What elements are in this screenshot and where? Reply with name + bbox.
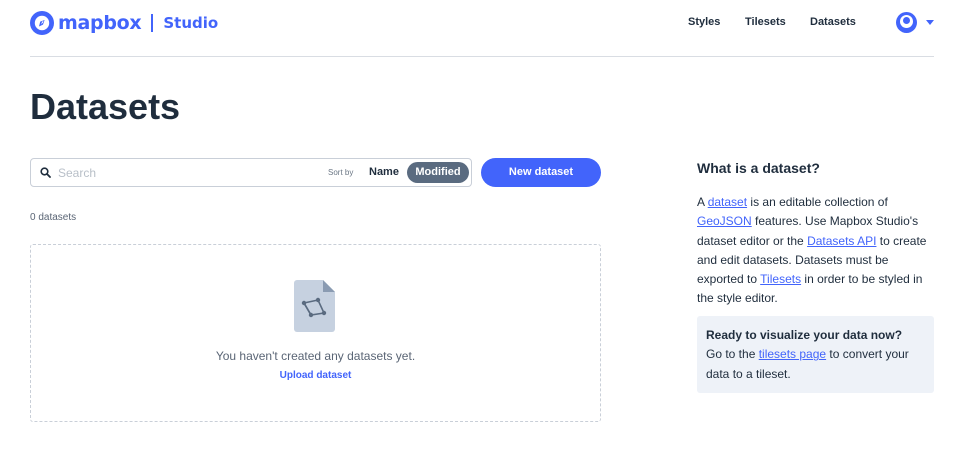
sort-label: Sort by — [328, 168, 354, 177]
upload-dataset-link[interactable]: Upload dataset — [31, 370, 600, 381]
search-icon — [40, 167, 51, 178]
logo-wordmark: mapbox — [58, 12, 142, 34]
nav-tilesets[interactable]: Tilesets — [745, 16, 786, 28]
logo-product-name: Studio — [163, 14, 219, 32]
avatar-icon[interactable] — [896, 12, 917, 33]
tilesets-link[interactable]: Tilesets — [760, 272, 801, 286]
dataset-file-icon — [294, 280, 335, 332]
sort-by-name-button[interactable]: Name — [361, 162, 407, 183]
logo-divider — [151, 14, 154, 32]
dataset-count: 0 datasets — [30, 212, 77, 223]
page-title: Datasets — [30, 86, 181, 127]
callout-title: Ready to visualize your data now? — [706, 328, 903, 342]
sidebar-description: A dataset is an editable collection of G… — [697, 195, 927, 306]
top-header: mapbox Studio Styles Tilesets Datasets — [30, 0, 934, 57]
callout-text: Go to the tilesets page to convert your … — [706, 347, 909, 381]
mapbox-logo-icon — [30, 11, 54, 35]
caret-down-icon[interactable] — [926, 20, 934, 25]
search-bar: Sort by Name Modified — [30, 158, 472, 187]
empty-state-panel: You haven't created any datasets yet. Up… — [30, 244, 601, 422]
geojson-link[interactable]: GeoJSON — [697, 214, 752, 228]
empty-state-message: You haven't created any datasets yet. — [215, 349, 416, 363]
search-input[interactable] — [58, 163, 308, 183]
tilesets-page-link[interactable]: tilesets page — [759, 347, 826, 361]
nav-datasets[interactable]: Datasets — [810, 16, 856, 28]
datasets-api-link[interactable]: Datasets API — [807, 234, 876, 248]
sort-by-modified-button[interactable]: Modified — [407, 162, 469, 183]
dataset-link[interactable]: dataset — [708, 195, 747, 209]
sidebar-title: What is a dataset? — [697, 160, 820, 176]
nav-styles[interactable]: Styles — [688, 16, 720, 28]
mapbox-studio-logo[interactable]: mapbox Studio — [30, 11, 218, 35]
visualize-callout: Ready to visualize your data now? Go to … — [697, 316, 934, 393]
new-dataset-button[interactable]: New dataset — [481, 158, 601, 187]
